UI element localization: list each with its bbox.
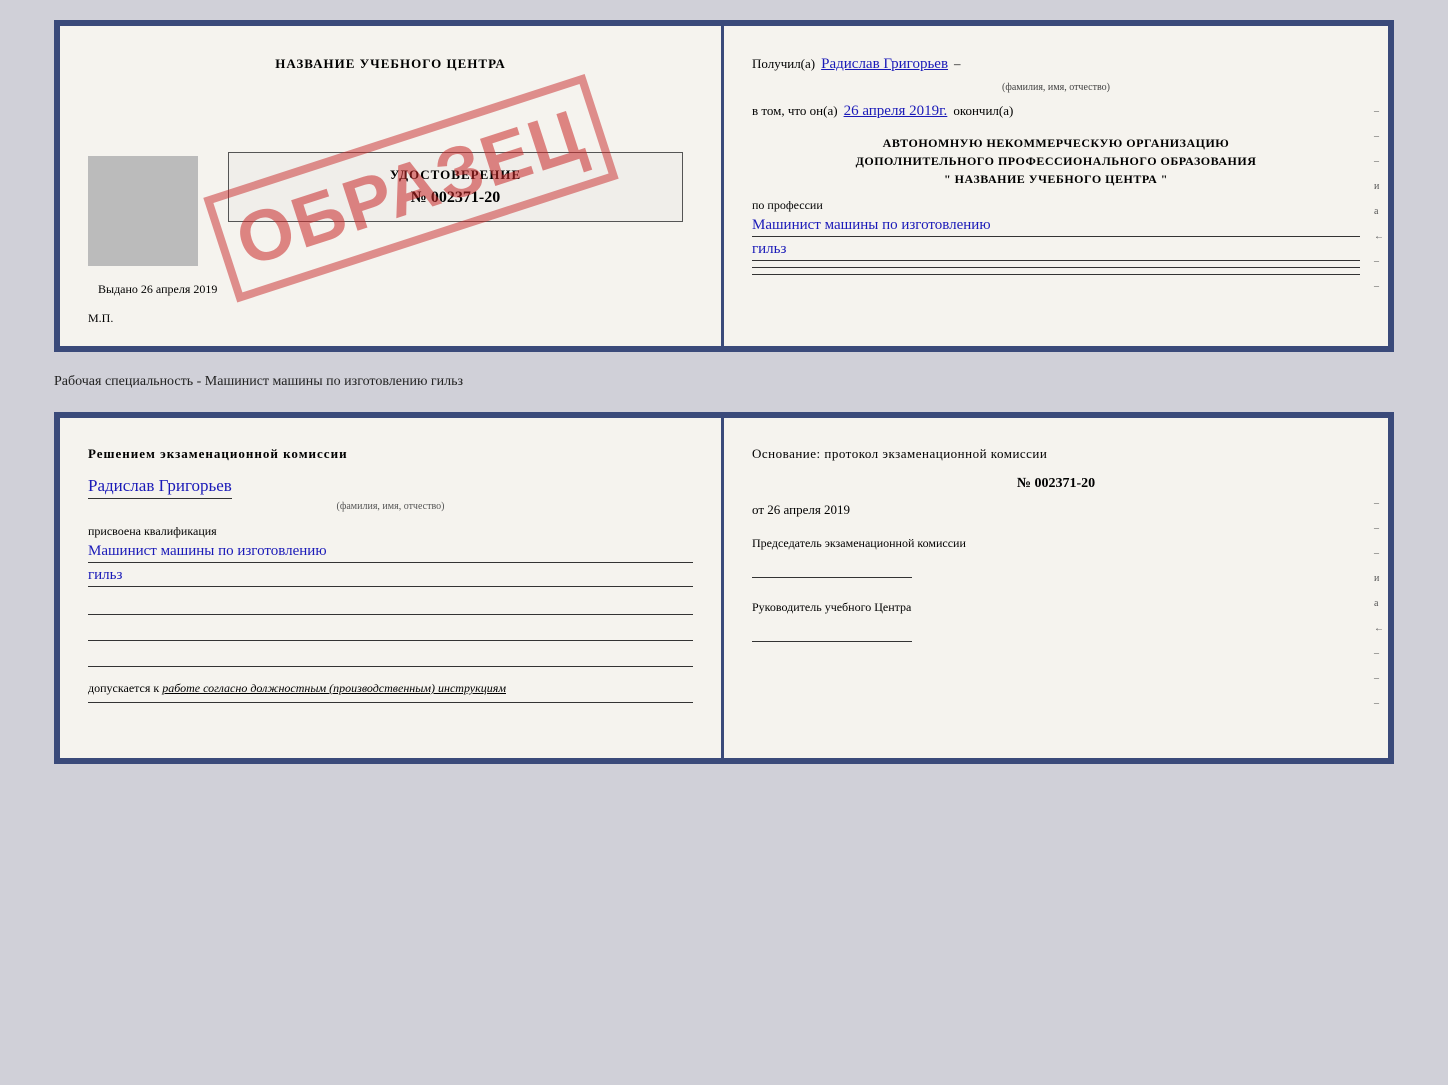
allow-dash-line [88, 702, 693, 703]
director-signature-line [752, 622, 912, 642]
allow-value: работе согласно должностным (производств… [162, 681, 506, 695]
org-name: " НАЗВАНИЕ УЧЕБНОГО ЦЕНТРА " [752, 170, 1360, 188]
protocol-number: № 002371-20 [752, 476, 1360, 492]
bottom-left-page: Решением экзаменационной комиссии Радисл… [60, 418, 724, 758]
allow-label: допускается к [88, 681, 159, 695]
qualification-value2: гильз [88, 567, 693, 587]
top-document: НАЗВАНИЕ УЧЕБНОГО ЦЕНТРА УДОСТОВЕРЕНИЕ №… [54, 20, 1394, 352]
top-left-title: НАЗВАНИЕ УЧЕБНОГО ЦЕНТРА [88, 56, 693, 72]
top-right-page: Получил(а) Радислав Григорьев – (фамилия… [724, 26, 1388, 346]
mp-label: М.П. [88, 311, 693, 326]
middle-label: Рабочая специальность - Машинист машины … [54, 370, 1394, 394]
date-value: 26 апреля 2019г. [844, 103, 948, 120]
bottom-right-page: Основание: протокол экзаменационной коми… [724, 418, 1388, 758]
recipient-name: Радислав Григорьев [821, 56, 948, 73]
side-marks-bottom: – – – и а ← – – – [1374, 498, 1388, 709]
date-label: в том, что он(а) [752, 103, 838, 119]
profession-label: по профессии [752, 198, 1360, 213]
blank-line-1 [88, 595, 693, 615]
profession-value: Машинист машины по изготовлению [752, 217, 1360, 237]
protocol-date-value: 26 апреля 2019 [767, 502, 850, 517]
date-line: в том, что он(а) 26 апреля 2019г. окончи… [752, 103, 1360, 120]
chairman-signature-line [752, 558, 912, 578]
side-marks-top: – – – и а ← – – [1374, 106, 1388, 292]
protocol-date: от 26 апреля 2019 [752, 502, 1360, 518]
finished-label: окончил(а) [953, 103, 1013, 119]
bottom-document: Решением экзаменационной комиссии Радисл… [54, 412, 1394, 764]
person-name: Радислав Григорьев [88, 476, 232, 499]
blank-line-2 [88, 621, 693, 641]
org-title: АВТОНОМНУЮ НЕКОММЕРЧЕСКУЮ ОРГАНИЗАЦИЮ ДО… [752, 134, 1360, 188]
blank-lines [88, 595, 693, 667]
certificate-box: УДОСТОВЕРЕНИЕ № 002371-20 [228, 152, 683, 222]
cert-issued: Выдано 26 апреля 2019 [88, 282, 693, 297]
name-hint: (фамилия, имя, отчество) [1002, 82, 1110, 93]
dash-line-2 [752, 274, 1360, 275]
allow-text: допускается к работе согласно должностны… [88, 681, 693, 696]
org-line2: ДОПОЛНИТЕЛЬНОГО ПРОФЕССИОНАЛЬНОГО ОБРАЗО… [752, 152, 1360, 170]
org-line1: АВТОНОМНУЮ НЕКОММЕРЧЕСКУЮ ОРГАНИЗАЦИЮ [752, 134, 1360, 152]
received-label: Получил(а) [752, 56, 815, 72]
chairman-role: Председатель экзаменационной комиссии [752, 534, 1360, 552]
cert-number: № 002371-20 [245, 189, 666, 207]
profession-value2: гильз [752, 241, 1360, 261]
chairman-block: Председатель экзаменационной комиссии [752, 534, 1360, 578]
date-prefix: от [752, 502, 764, 517]
blank-line-3 [88, 647, 693, 667]
top-left-page: НАЗВАНИЕ УЧЕБНОГО ЦЕНТРА УДОСТОВЕРЕНИЕ №… [60, 26, 724, 346]
qualification-label: присвоена квалификация [88, 524, 693, 539]
bottom-name-hint: (фамилия, имя, отчество) [88, 501, 693, 512]
photo-placeholder [88, 156, 198, 266]
cert-box-title: УДОСТОВЕРЕНИЕ [245, 167, 666, 183]
qualification-value: Машинист машины по изготовлению [88, 543, 693, 563]
decision-title: Решением экзаменационной комиссии [88, 446, 693, 462]
recipient-line: Получил(а) Радислав Григорьев – [752, 56, 1360, 73]
dash-line-1 [752, 267, 1360, 268]
basis-title: Основание: протокол экзаменационной коми… [752, 446, 1360, 462]
dash-sep: – [954, 56, 961, 72]
director-block: Руководитель учебного Центра [752, 598, 1360, 642]
director-role: Руководитель учебного Центра [752, 598, 1360, 616]
